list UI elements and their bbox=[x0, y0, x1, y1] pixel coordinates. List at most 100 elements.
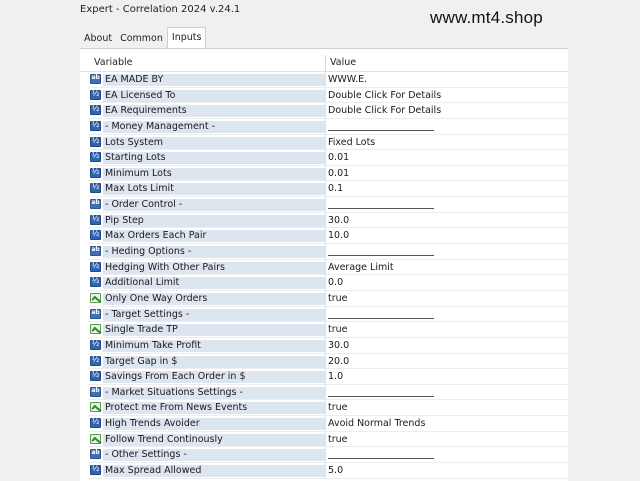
table-row[interactable]: Follow Trend Continously true bbox=[88, 431, 568, 448]
bool-param-icon bbox=[90, 324, 101, 335]
window-title: Expert - Correlation 2024 v.24.1 bbox=[80, 4, 241, 15]
variable-name: Only One Way Orders bbox=[103, 292, 325, 305]
table-row[interactable]: High Trends AvoiderAvoid Normal Trends bbox=[88, 416, 568, 432]
tab-about[interactable]: About bbox=[80, 30, 116, 48]
column-divider[interactable] bbox=[325, 55, 326, 71]
table-header: Variable Value bbox=[80, 55, 568, 72]
numeric-param-icon bbox=[90, 182, 101, 194]
table-row[interactable]: Additional Limit0.0 bbox=[88, 275, 568, 291]
table-row[interactable]: EA MADE BYWWW.E. bbox=[88, 72, 568, 88]
cell-divider bbox=[325, 228, 326, 244]
cell-divider bbox=[325, 306, 326, 322]
variable-name: Minimum Take Profit bbox=[103, 339, 325, 352]
variable-name: Max Lots Limit bbox=[103, 183, 325, 196]
table-row[interactable]: - Target Settings - bbox=[88, 306, 568, 323]
variable-name: Savings From Each Order in $ bbox=[103, 371, 325, 384]
table-row[interactable]: Single Trade TP true bbox=[88, 322, 568, 338]
value-cell[interactable]: Double Click For Details bbox=[328, 105, 441, 117]
cell-divider bbox=[325, 87, 326, 103]
value-cell[interactable]: 0.1 bbox=[328, 183, 343, 195]
variable-name: Lots System bbox=[103, 136, 325, 149]
separator-value-line[interactable] bbox=[328, 124, 434, 131]
column-header-variable[interactable]: Variable bbox=[94, 57, 132, 68]
table-row[interactable]: Max Lots Limit0.1 bbox=[88, 181, 568, 198]
numeric-param-icon bbox=[90, 104, 101, 116]
cell-divider bbox=[325, 118, 326, 134]
table-row[interactable]: - Money Management - bbox=[88, 118, 568, 135]
value-cell[interactable]: 5.0 bbox=[328, 465, 343, 477]
separator-value-line[interactable] bbox=[328, 202, 434, 210]
column-header-value[interactable]: Value bbox=[330, 57, 356, 68]
cell-divider bbox=[325, 259, 326, 275]
table-row[interactable]: Pip Step30.0 bbox=[88, 212, 568, 229]
value-cell[interactable]: 1.0 bbox=[328, 371, 343, 383]
value-cell[interactable]: 20.0 bbox=[328, 356, 349, 368]
variable-name: Protect me From News Events bbox=[103, 402, 325, 415]
cell-divider bbox=[325, 463, 326, 478]
table-row[interactable]: - Market Situations Settings - bbox=[88, 384, 568, 401]
numeric-param-icon bbox=[90, 167, 101, 178]
value-cell[interactable]: 30.0 bbox=[328, 340, 349, 352]
numeric-param-icon bbox=[90, 276, 101, 288]
value-cell[interactable]: Average Limit bbox=[328, 262, 394, 274]
variable-name: - Market Situations Settings - bbox=[103, 386, 325, 399]
table-row[interactable]: EA RequirementsDouble Click For Details bbox=[88, 103, 568, 119]
value-cell[interactable]: 30.0 bbox=[328, 215, 349, 227]
table-row[interactable]: EA Licensed ToDouble Click For Details bbox=[88, 87, 568, 104]
value-cell[interactable]: WWW.E. bbox=[328, 74, 367, 86]
table-row[interactable]: - Heding Options - bbox=[88, 244, 568, 260]
numeric-param-icon bbox=[90, 464, 101, 476]
value-cell[interactable]: true bbox=[328, 434, 348, 446]
table-row[interactable]: Max Orders Each Pair10.0 bbox=[88, 228, 568, 245]
value-cell[interactable]: true bbox=[328, 402, 348, 414]
table-row[interactable]: Lots SystemFixed Lots bbox=[88, 134, 568, 151]
value-cell[interactable]: Fixed Lots bbox=[328, 137, 375, 149]
table-row[interactable]: Savings From Each Order in $1.0 bbox=[88, 369, 568, 385]
separator-value-line[interactable] bbox=[328, 452, 434, 460]
numeric-param-icon bbox=[90, 355, 101, 366]
bool-param-icon bbox=[90, 433, 101, 444]
tab-common[interactable]: Common bbox=[116, 30, 167, 48]
value-cell[interactable]: 10.0 bbox=[328, 230, 349, 242]
inputs-table-body: EA MADE BYWWW.E.EA Licensed ToDouble Cli… bbox=[88, 72, 568, 479]
numeric-param-icon bbox=[90, 261, 101, 272]
table-row[interactable]: Protect me From News Events true bbox=[88, 400, 568, 417]
table-row[interactable]: Only One Way Orders true bbox=[88, 290, 568, 307]
cell-divider bbox=[325, 212, 326, 228]
table-row[interactable]: Minimum Take Profit30.0 bbox=[88, 337, 568, 354]
table-row[interactable]: Minimum Lots0.01 bbox=[88, 165, 568, 182]
table-row[interactable]: Hedging With Other PairsAverage Limit bbox=[88, 259, 568, 276]
value-cell[interactable]: Double Click For Details bbox=[328, 90, 441, 102]
value-cell[interactable]: Avoid Normal Trends bbox=[328, 418, 425, 430]
variable-name: - Other Settings - bbox=[103, 449, 325, 462]
numeric-param-icon bbox=[90, 89, 101, 100]
cell-divider bbox=[325, 416, 326, 431]
separator-value-line[interactable] bbox=[328, 312, 434, 319]
value-cell[interactable]: 0.01 bbox=[328, 152, 349, 164]
variable-name: - Heding Options - bbox=[103, 246, 325, 259]
value-cell[interactable]: 0.01 bbox=[328, 168, 349, 180]
value-cell[interactable]: true bbox=[328, 324, 348, 336]
cell-divider bbox=[325, 322, 326, 337]
cell-divider bbox=[325, 150, 326, 165]
table-row[interactable]: - Other Settings - bbox=[88, 447, 568, 464]
variable-name: EA MADE BY bbox=[103, 74, 325, 86]
table-row[interactable]: - Order Control - bbox=[88, 197, 568, 213]
numeric-param-icon bbox=[90, 370, 101, 382]
string-param-icon bbox=[90, 308, 101, 319]
table-row[interactable]: Starting Lots0.01 bbox=[88, 150, 568, 166]
string-param-icon bbox=[90, 199, 101, 210]
cell-divider bbox=[325, 384, 326, 400]
tab-inputs[interactable]: Inputs bbox=[166, 27, 207, 48]
table-row[interactable]: Target Gap in $20.0 bbox=[88, 353, 568, 370]
separator-value-line[interactable] bbox=[328, 249, 434, 257]
cell-divider bbox=[325, 369, 326, 384]
value-cell[interactable]: true bbox=[328, 293, 348, 305]
variable-name: Max Spread Allowed bbox=[103, 465, 325, 478]
table-row[interactable]: Max Spread Allowed5.0 bbox=[88, 463, 568, 479]
separator-value-line[interactable] bbox=[328, 390, 434, 397]
string-param-icon bbox=[90, 74, 101, 84]
cell-divider bbox=[325, 165, 326, 181]
cell-divider bbox=[325, 134, 326, 150]
value-cell[interactable]: 0.0 bbox=[328, 277, 343, 289]
